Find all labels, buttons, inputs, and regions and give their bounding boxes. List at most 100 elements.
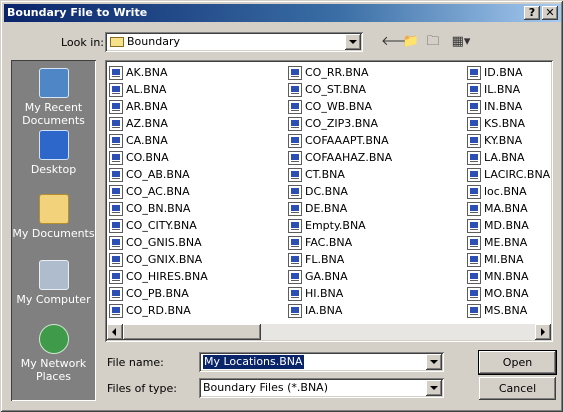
- new-folder-icon[interactable]: 🗀: [424, 34, 442, 50]
- chevron-down-icon[interactable]: [426, 354, 442, 370]
- scroll-left-icon[interactable]: [107, 324, 123, 340]
- file-item[interactable]: CT.BNA: [288, 166, 392, 183]
- file-item[interactable]: IA.BNA: [288, 302, 392, 319]
- file-item-label: CO_CITY.BNA: [126, 219, 197, 232]
- file-item[interactable]: CO_GNIX.BNA: [109, 251, 208, 268]
- file-item[interactable]: FL.BNA: [288, 251, 392, 268]
- open-button[interactable]: Open: [479, 351, 556, 374]
- bna-file-icon: [467, 65, 481, 80]
- file-item[interactable]: CO_AB.BNA: [109, 166, 208, 183]
- scroll-right-icon[interactable]: [535, 324, 551, 340]
- file-item[interactable]: CO.BNA: [109, 149, 208, 166]
- chevron-down-icon[interactable]: [345, 34, 361, 50]
- scrollbar-thumb[interactable]: [123, 324, 261, 340]
- file-item[interactable]: KS.BNA: [467, 115, 550, 132]
- file-type-value: Boundary Files (*.BNA): [203, 381, 328, 394]
- file-item[interactable]: FAC.BNA: [288, 234, 392, 251]
- file-item[interactable]: CO_RD.BNA: [109, 302, 208, 319]
- place-label: My Documents: [12, 227, 95, 240]
- file-item[interactable]: LA.BNA: [467, 149, 550, 166]
- file-item-label: AL.BNA: [126, 83, 167, 96]
- file-item[interactable]: CO_HIRES.BNA: [109, 268, 208, 285]
- file-item-label: CO_PB.BNA: [126, 287, 189, 300]
- bna-file-icon: [288, 252, 302, 267]
- bna-file-icon: [467, 286, 481, 301]
- place-my-computer[interactable]: My Computer: [11, 260, 96, 306]
- bna-file-icon: [288, 269, 302, 284]
- file-item[interactable]: COFAAHAZ.BNA: [288, 149, 392, 166]
- file-item[interactable]: MD.BNA: [467, 217, 550, 234]
- file-name-label: File name:: [107, 356, 164, 369]
- file-item-label: MO.BNA: [484, 287, 529, 300]
- file-item[interactable]: CO_PB.BNA: [109, 285, 208, 302]
- bna-file-icon: [288, 201, 302, 216]
- title-bar: Boundary File to Write ? ✕: [4, 4, 561, 22]
- file-item[interactable]: GA.BNA: [288, 268, 392, 285]
- file-column: CO_RR.BNA CO_ST.BNA CO_WB.BNA CO_ZIP3.BNA CO…: [288, 64, 392, 319]
- place-desktop[interactable]: Desktop: [11, 130, 96, 176]
- file-item[interactable]: IN.BNA: [467, 98, 550, 115]
- file-item[interactable]: KY.BNA: [467, 132, 550, 149]
- horizontal-scrollbar[interactable]: [107, 324, 551, 340]
- file-item[interactable]: AL.BNA: [109, 81, 208, 98]
- bna-file-icon: [109, 218, 123, 233]
- file-item[interactable]: CO_ZIP3.BNA: [288, 115, 392, 132]
- chevron-down-icon[interactable]: [426, 380, 442, 396]
- view-menu-icon[interactable]: ▦▾: [448, 34, 474, 50]
- file-item[interactable]: CO_GNIS.BNA: [109, 234, 208, 251]
- file-type-dropdown[interactable]: Boundary Files (*.BNA): [199, 378, 444, 398]
- file-name-input[interactable]: My Locations.BNA: [199, 352, 444, 372]
- file-item[interactable]: loc.BNA: [467, 183, 550, 200]
- file-item[interactable]: CO_WB.BNA: [288, 98, 392, 115]
- file-item[interactable]: CO_BN.BNA: [109, 200, 208, 217]
- file-item[interactable]: DE.BNA: [288, 200, 392, 217]
- bna-file-icon: [467, 150, 481, 165]
- file-item[interactable]: CO_CITY.BNA: [109, 217, 208, 234]
- cancel-button[interactable]: Cancel: [479, 377, 556, 400]
- file-item[interactable]: MN.BNA: [467, 268, 550, 285]
- file-item[interactable]: CO_RR.BNA: [288, 64, 392, 81]
- my-documents-icon: [38, 194, 69, 224]
- file-item[interactable]: LACIRC.BNA: [467, 166, 550, 183]
- file-item[interactable]: CO_ST.BNA: [288, 81, 392, 98]
- file-item-label: DE.BNA: [305, 202, 348, 215]
- place-network[interactable]: My Network Places: [11, 324, 96, 383]
- file-item[interactable]: MA.BNA: [467, 200, 550, 217]
- file-item-label: MS.BNA: [484, 304, 528, 317]
- file-item[interactable]: HI.BNA: [288, 285, 392, 302]
- file-item[interactable]: Empty.BNA: [288, 217, 392, 234]
- file-list[interactable]: AK.BNA AL.BNA AR.BNA AZ.BNA CA.BNA CO.BNA CO_A…: [105, 60, 553, 342]
- bna-file-icon: [467, 167, 481, 182]
- back-arrow-icon[interactable]: 🡐: [381, 34, 416, 50]
- file-item[interactable]: AK.BNA: [109, 64, 208, 81]
- file-item[interactable]: CA.BNA: [109, 132, 208, 149]
- up-folder-icon[interactable]: 📁: [402, 34, 420, 50]
- close-button[interactable]: ✕: [542, 6, 558, 20]
- file-type-label: Files of type:: [107, 382, 178, 395]
- file-item-label: Empty.BNA: [305, 219, 366, 232]
- file-item[interactable]: AR.BNA: [109, 98, 208, 115]
- help-button[interactable]: ?: [524, 6, 540, 20]
- bna-file-icon: [467, 116, 481, 131]
- file-item[interactable]: ME.BNA: [467, 234, 550, 251]
- place-label: My Recent Documents: [22, 101, 85, 127]
- bna-file-icon: [109, 116, 123, 131]
- file-item[interactable]: CO_AC.BNA: [109, 183, 208, 200]
- place-my-documents[interactable]: My Documents: [11, 194, 96, 240]
- file-item[interactable]: IL.BNA: [467, 81, 550, 98]
- file-item[interactable]: MI.BNA: [467, 251, 550, 268]
- file-item[interactable]: ID.BNA: [467, 64, 550, 81]
- bna-file-icon: [467, 133, 481, 148]
- bna-file-icon: [288, 235, 302, 250]
- look-in-dropdown[interactable]: Boundary: [105, 32, 363, 52]
- file-item[interactable]: MS.BNA: [467, 302, 550, 319]
- file-item[interactable]: COFAAAPT.BNA: [288, 132, 392, 149]
- file-item-label: CO_GNIX.BNA: [126, 253, 203, 266]
- place-recent-documents[interactable]: My Recent Documents: [11, 68, 96, 127]
- file-item-label: CO_BN.BNA: [126, 202, 191, 215]
- file-item-label: CO_AB.BNA: [126, 168, 190, 181]
- file-item[interactable]: DC.BNA: [288, 183, 392, 200]
- file-item[interactable]: AZ.BNA: [109, 115, 208, 132]
- file-item[interactable]: MO.BNA: [467, 285, 550, 302]
- file-item-label: MA.BNA: [484, 202, 528, 215]
